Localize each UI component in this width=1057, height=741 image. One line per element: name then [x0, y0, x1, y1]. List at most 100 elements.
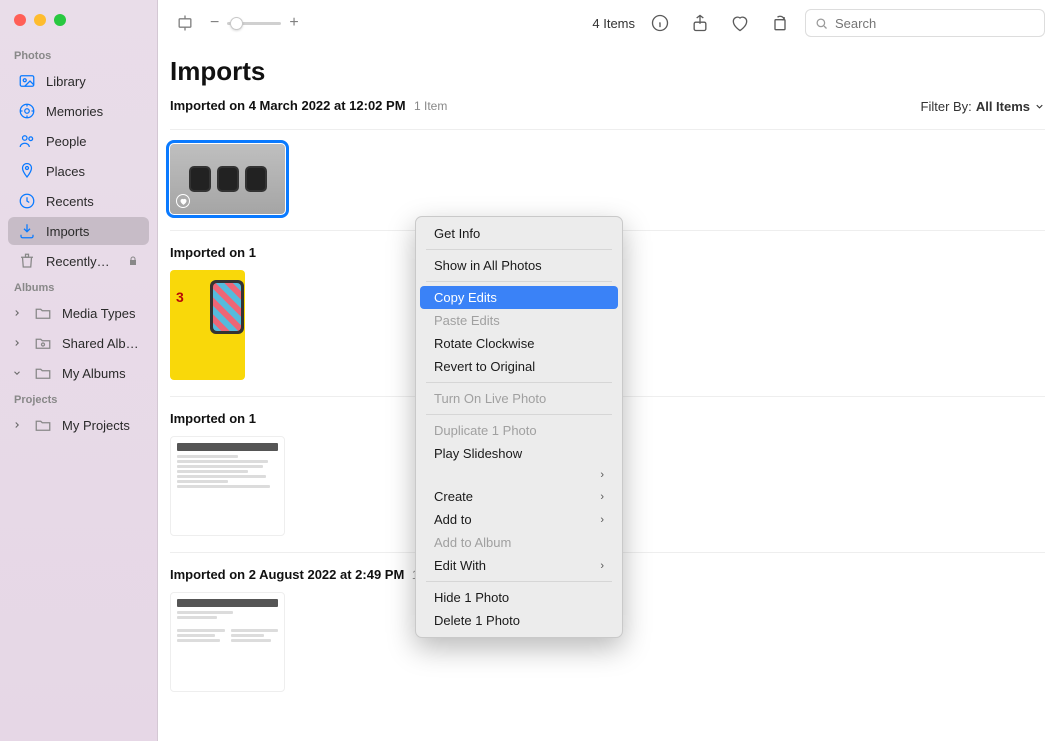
chevron-right-icon: › — [600, 560, 604, 572]
chevron-right-icon — [12, 420, 22, 430]
sidebar-item-library[interactable]: Library — [8, 67, 149, 95]
folder-icon — [34, 304, 52, 322]
cm-separator — [426, 581, 612, 582]
sidebar-item-label: Recents — [46, 194, 139, 209]
chevron-down-icon — [1034, 101, 1045, 112]
chevron-right-icon: › — [600, 491, 604, 503]
sidebar-item-label: Recently… — [46, 254, 117, 269]
cm-rotate-clockwise[interactable]: Rotate Clockwise — [420, 332, 618, 355]
lock-icon — [127, 255, 139, 267]
aspect-ratio-button[interactable] — [170, 10, 200, 36]
cm-get-info[interactable]: Get Info — [420, 222, 618, 245]
favorite-button[interactable] — [725, 10, 755, 36]
cm-turn-on-live: Turn On Live Photo — [420, 387, 618, 410]
chevron-down-icon — [12, 368, 22, 378]
cm-copy-edits[interactable]: Copy Edits — [420, 286, 618, 309]
sidebar-item-label: Imports — [46, 224, 139, 239]
sidebar-item-memories[interactable]: Memories — [8, 97, 149, 125]
sidebar-item-my-projects[interactable]: My Projects — [8, 411, 149, 439]
filter-by-label: Filter By: — [921, 99, 972, 114]
import-icon — [18, 222, 36, 240]
chevron-right-icon — [12, 308, 22, 318]
cm-paste-edits: Paste Edits — [420, 309, 618, 332]
chevron-right-icon: › — [600, 469, 604, 481]
photo-thumbnail[interactable]: 3 — [170, 270, 245, 380]
cm-share[interactable]: › — [420, 465, 618, 485]
photo-thumbnail[interactable] — [170, 592, 285, 692]
clock-icon — [18, 192, 36, 210]
sidebar-item-label: My Projects — [62, 418, 139, 433]
zoom-slider[interactable]: − + — [210, 14, 299, 32]
header-row: Imported on 4 March 2022 at 12:02 PM 1 I… — [170, 97, 1045, 115]
sidebar-item-label: People — [46, 134, 139, 149]
first-group-header: Imported on 4 March 2022 at 12:02 PM 1 I… — [170, 97, 447, 115]
zoom-out-label: − — [210, 14, 219, 32]
page-title: Imports — [170, 56, 1045, 87]
cm-separator — [426, 414, 612, 415]
context-menu: Get Info Show in All Photos Copy Edits P… — [415, 216, 623, 638]
zoom-thumb[interactable] — [230, 17, 243, 30]
sidebar-item-label: Memories — [46, 104, 139, 119]
window-controls — [0, 8, 157, 44]
sidebar-item-recents[interactable]: Recents — [8, 187, 149, 215]
sidebar-item-label: My Albums — [62, 366, 139, 381]
import-group — [170, 129, 1045, 216]
cm-add-to[interactable]: Add to› — [420, 508, 618, 531]
content-area: Imports Imported on 4 March 2022 at 12:0… — [158, 46, 1057, 741]
sidebar-item-my-albums[interactable]: My Albums — [8, 359, 149, 387]
cm-add-to-album: Add to Album — [420, 531, 618, 554]
search-icon — [814, 16, 829, 31]
cm-create[interactable]: Create› — [420, 485, 618, 508]
folder-icon — [34, 364, 52, 382]
cm-separator — [426, 281, 612, 282]
trash-icon — [18, 252, 36, 270]
cm-separator — [426, 249, 612, 250]
people-icon — [18, 132, 36, 150]
cm-play-slideshow[interactable]: Play Slideshow — [420, 442, 618, 465]
sidebar-section-photos: Photos — [0, 44, 157, 66]
cm-hide-photo[interactable]: Hide 1 Photo — [420, 586, 618, 609]
sidebar-item-label: Media Types — [62, 306, 139, 321]
sidebar-item-label: Library — [46, 74, 139, 89]
import-date: Imported on 1 — [170, 245, 256, 260]
item-count-summary: 4 Items — [592, 16, 635, 31]
filter-by-button[interactable]: Filter By: All Items — [921, 99, 1045, 114]
cm-duplicate: Duplicate 1 Photo — [420, 419, 618, 442]
folder-icon — [34, 416, 52, 434]
sidebar-item-label: Shared Albums — [62, 336, 139, 351]
sidebar-item-places[interactable]: Places — [8, 157, 149, 185]
cm-show-in-all[interactable]: Show in All Photos — [420, 254, 618, 277]
favorite-badge-icon — [176, 194, 190, 208]
share-button[interactable] — [685, 10, 715, 36]
info-button[interactable] — [645, 10, 675, 36]
memories-icon — [18, 102, 36, 120]
chevron-right-icon: › — [600, 514, 604, 526]
import-date: Imported on 2 August 2022 at 2:49 PM — [170, 567, 404, 582]
sidebar-item-media-types[interactable]: Media Types — [8, 299, 149, 327]
sidebar: Photos Library Memories People Places Re… — [0, 0, 158, 741]
fullscreen-window-button[interactable] — [54, 14, 66, 26]
import-date: Imported on 1 — [170, 411, 256, 426]
cm-delete-photo[interactable]: Delete 1 Photo — [420, 609, 618, 632]
photo-library-icon — [18, 72, 36, 90]
import-date: Imported on 4 March 2022 at 12:02 PM — [170, 98, 406, 113]
zoom-track[interactable] — [227, 22, 281, 25]
cm-edit-with[interactable]: Edit With› — [420, 554, 618, 577]
rotate-button[interactable] — [765, 10, 795, 36]
sidebar-item-imports[interactable]: Imports — [8, 217, 149, 245]
cm-revert-original[interactable]: Revert to Original — [420, 355, 618, 378]
minimize-window-button[interactable] — [34, 14, 46, 26]
pin-icon — [18, 162, 36, 180]
sidebar-item-shared-albums[interactable]: Shared Albums — [8, 329, 149, 357]
photo-thumbnail[interactable] — [170, 144, 285, 214]
sidebar-item-people[interactable]: People — [8, 127, 149, 155]
filter-by-value: All Items — [976, 99, 1030, 114]
search-field[interactable] — [805, 9, 1045, 37]
main-pane: − + 4 Items Imports Imported on 4 — [158, 0, 1057, 741]
import-count: 1 Item — [414, 99, 447, 113]
sidebar-section-albums: Albums — [0, 276, 157, 298]
close-window-button[interactable] — [14, 14, 26, 26]
sidebar-item-recently-deleted[interactable]: Recently… — [8, 247, 149, 275]
search-input[interactable] — [835, 16, 1036, 31]
photo-thumbnail[interactable] — [170, 436, 285, 536]
